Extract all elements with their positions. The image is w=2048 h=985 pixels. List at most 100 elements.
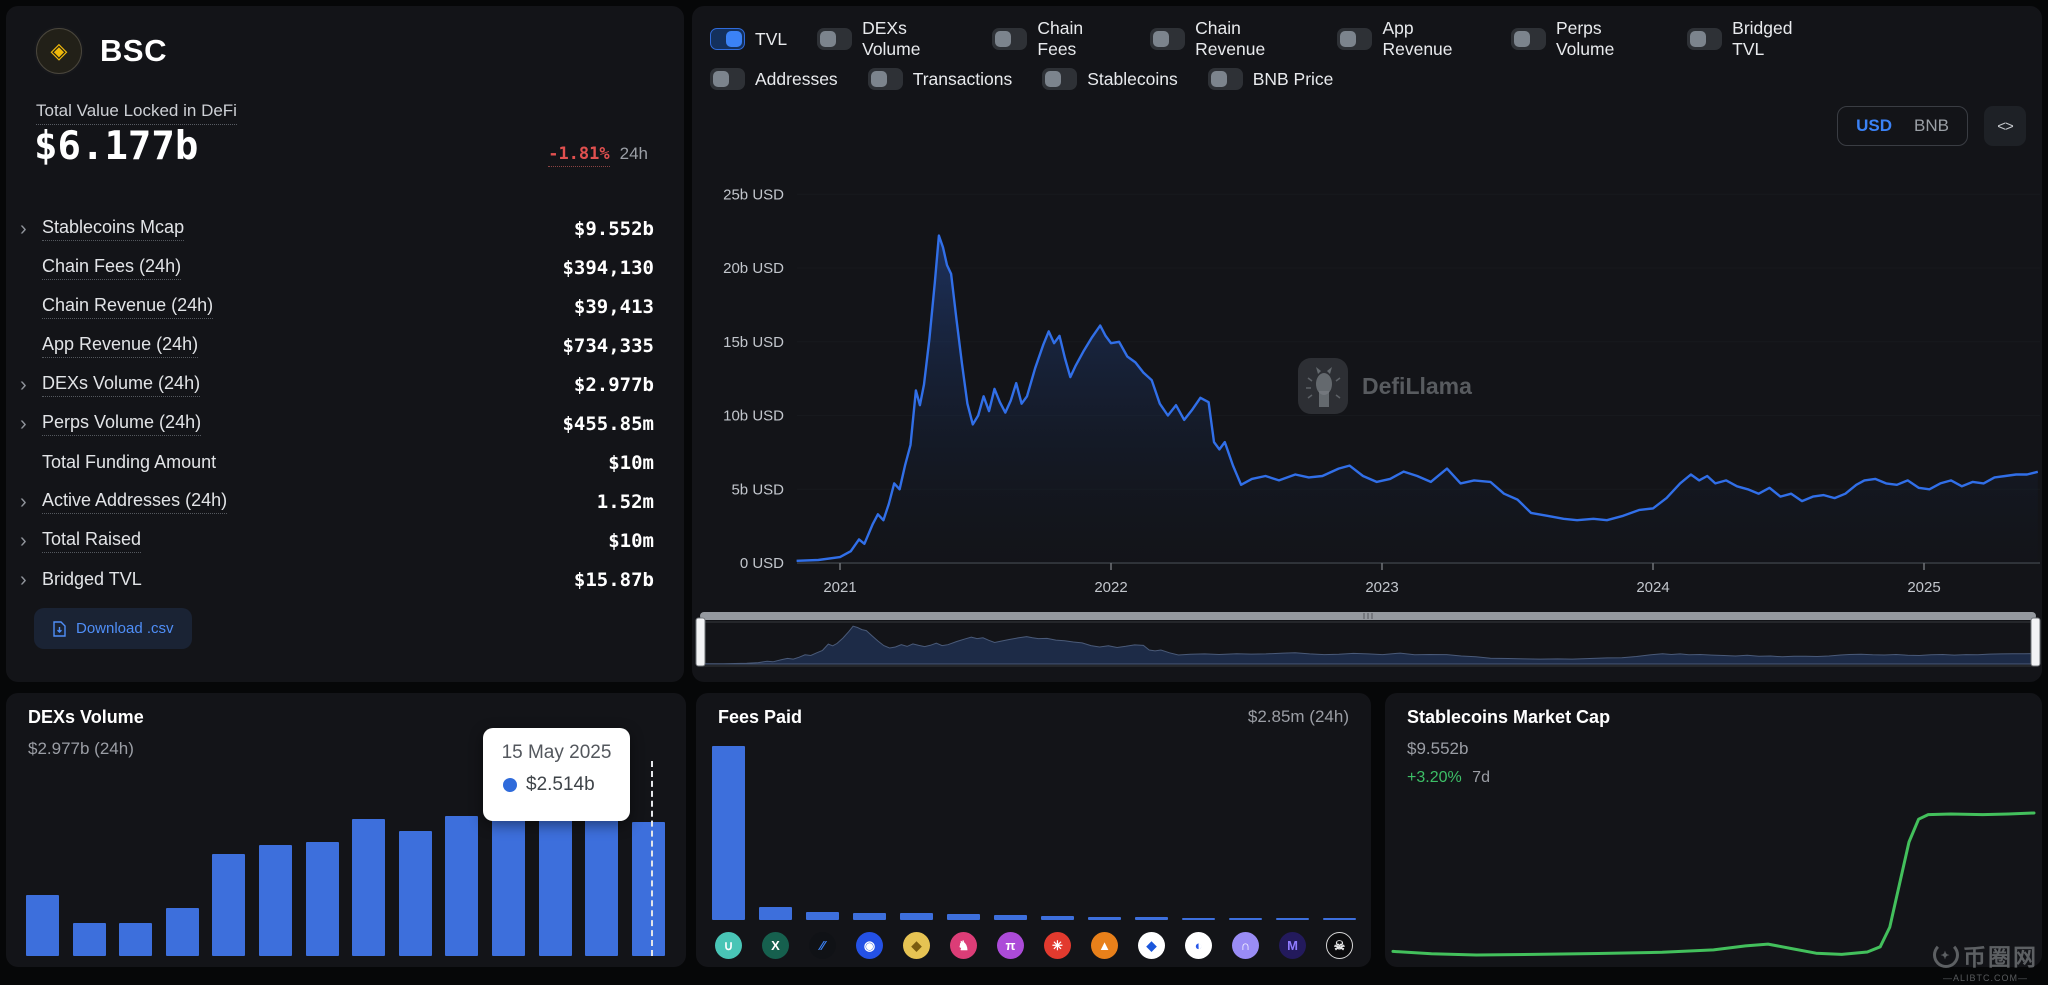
metric-value: $734,335 <box>562 335 654 357</box>
chevron-right-icon[interactable]: › <box>20 570 42 590</box>
metric-value: $9.552b <box>574 218 654 240</box>
metric-label[interactable]: Stablecoins Mcap <box>42 217 184 241</box>
toggle-tvl[interactable]: TVL <box>710 18 787 60</box>
brush-handle-right[interactable] <box>2031 618 2040 666</box>
toggle-label: Perps Volume <box>1556 18 1657 60</box>
tvl-change-pct[interactable]: -1.81% <box>548 144 609 167</box>
toggle-switch-icon[interactable] <box>1150 28 1185 50</box>
dexs-volume-bar[interactable] <box>352 819 385 956</box>
stablecoins-mcap-panel: Stablecoins Market Cap $9.552b +3.20% 7d <box>1385 693 2042 967</box>
dexs-volume-bar[interactable] <box>492 819 525 956</box>
dexs-volume-bar[interactable] <box>259 845 292 956</box>
toggle-knob <box>1211 71 1227 87</box>
dexs-volume-bar[interactable] <box>306 842 339 956</box>
stablecoins-line-chart[interactable] <box>1385 693 2042 967</box>
fees-paid-bar[interactable] <box>1229 918 1262 920</box>
toggle-knob <box>713 71 729 87</box>
metric-label[interactable]: Active Addresses (24h) <box>42 490 227 514</box>
svg-text:2025: 2025 <box>1907 579 1940 596</box>
tvl-label[interactable]: Total Value Locked in DeFi <box>36 101 237 125</box>
toggle-bridged-tvl[interactable]: Bridged TVL <box>1687 18 1822 60</box>
fees-paid-bar[interactable] <box>759 907 792 920</box>
fees-paid-bar[interactable] <box>1088 917 1121 920</box>
toggle-switch-icon[interactable] <box>1511 28 1546 50</box>
toggle-chain-fees[interactable]: Chain Fees <box>992 18 1120 60</box>
dexs-volume-bar[interactable] <box>119 923 152 956</box>
toggle-switch-icon[interactable] <box>817 28 852 50</box>
metric-label[interactable]: App Revenue (24h) <box>42 334 198 358</box>
metric-label[interactable]: DEXs Volume (24h) <box>42 373 200 397</box>
toggle-stablecoins[interactable]: Stablecoins <box>1042 68 1177 90</box>
chevron-right-icon[interactable]: › <box>20 219 42 239</box>
dexs-volume-bar[interactable] <box>166 908 199 956</box>
chart-tooltip: 15 May 2025 $2.514b <box>483 728 630 821</box>
dexs-volume-bar[interactable] <box>399 831 432 956</box>
metric-row: Chain Revenue (24h)$39,413 <box>20 287 654 326</box>
metric-label[interactable]: Total Raised <box>42 529 141 553</box>
toggle-switch-icon[interactable] <box>710 28 745 50</box>
fees-paid-bar[interactable] <box>947 914 980 920</box>
fees-paid-bar[interactable] <box>1276 918 1309 920</box>
metric-label[interactable]: Chain Revenue (24h) <box>42 295 213 319</box>
dexs-volume-bar[interactable] <box>212 854 245 956</box>
dexs-volume-bar[interactable] <box>445 816 478 956</box>
svg-text:10b USD: 10b USD <box>723 408 784 425</box>
page-title: BSC <box>100 33 167 69</box>
chevron-right-icon[interactable]: › <box>20 531 42 551</box>
currency-option-bnb[interactable]: BNB <box>1914 116 1949 136</box>
toggle-switch-icon[interactable] <box>1687 28 1722 50</box>
metric-label[interactable]: Chain Fees (24h) <box>42 256 181 280</box>
fees-paid-subtitle: $2.85m (24h) <box>1248 707 1349 727</box>
metric-row: ›Active Addresses (24h)1.52m <box>20 482 654 521</box>
toggle-switch-icon[interactable] <box>1042 68 1077 90</box>
expand-chart-button[interactable]: <> <box>1984 106 2026 146</box>
toggle-switch-icon[interactable] <box>992 28 1027 50</box>
currency-option-usd[interactable]: USD <box>1856 116 1892 136</box>
fees-paid-bar[interactable] <box>1135 917 1168 920</box>
fees-paid-bar[interactable] <box>1323 918 1356 920</box>
metric-label[interactable]: Perps Volume (24h) <box>42 412 201 436</box>
toggle-switch-icon[interactable] <box>1337 28 1372 50</box>
dexs-volume-title: DEXs Volume <box>28 707 144 728</box>
dexs-volume-bar[interactable] <box>26 895 59 956</box>
toggle-app-revenue[interactable]: App Revenue <box>1337 18 1480 60</box>
metric-value: $10m <box>608 452 654 474</box>
dexs-volume-bar[interactable] <box>585 820 618 956</box>
fees-paid-bar[interactable] <box>1041 916 1074 920</box>
blue-shield-icon: ◆ <box>1138 932 1165 959</box>
tooltip-date: 15 May 2025 <box>483 742 630 764</box>
dexs-volume-bar[interactable] <box>539 819 572 956</box>
svg-text:20b USD: 20b USD <box>723 260 784 277</box>
tvl-change-row: -1.81% 24h <box>548 144 648 167</box>
toggle-chain-revenue[interactable]: Chain Revenue <box>1150 18 1307 60</box>
toggle-addresses[interactable]: Addresses <box>710 68 838 90</box>
tvl-area-chart[interactable]: 0 USD5b USD10b USD15b USD20b USD25b USD2… <box>692 6 2042 682</box>
toggle-label: Bridged TVL <box>1732 18 1822 60</box>
metric-label: Bridged TVL <box>42 569 142 590</box>
fees-paid-bar[interactable] <box>1182 918 1215 920</box>
fees-paid-bar[interactable] <box>806 912 839 920</box>
fees-paid-bar[interactable] <box>900 913 933 920</box>
fees-paid-bar[interactable] <box>712 746 745 920</box>
fees-paid-bar[interactable] <box>994 915 1027 920</box>
download-file-icon <box>52 621 67 637</box>
blue-ring-icon: ◉ <box>856 932 883 959</box>
toggle-perps-volume[interactable]: Perps Volume <box>1511 18 1657 60</box>
dexs-volume-bar[interactable] <box>632 822 665 956</box>
toggle-switch-icon[interactable] <box>710 68 745 90</box>
dexs-volume-bar[interactable] <box>73 923 106 956</box>
toggle-transactions[interactable]: Transactions <box>868 68 1013 90</box>
toggle-switch-icon[interactable] <box>1208 68 1243 90</box>
svg-text:2021: 2021 <box>823 579 856 596</box>
fees-paid-bar[interactable] <box>853 913 886 920</box>
chevron-right-icon[interactable]: › <box>20 492 42 512</box>
chevron-right-icon[interactable]: › <box>20 375 42 395</box>
black-creature-icon: ☠ <box>1326 932 1353 959</box>
site-watermark-cn: 币圈网 <box>1963 938 2038 972</box>
toggle-bnb-price[interactable]: BNB Price <box>1208 68 1334 90</box>
download-csv-button[interactable]: Download .csv <box>34 608 192 649</box>
toggle-switch-icon[interactable] <box>868 68 903 90</box>
toggle-dexs-volume[interactable]: DEXs Volume <box>817 18 962 60</box>
brush-handle-left[interactable] <box>696 618 705 666</box>
chevron-right-icon[interactable]: › <box>20 414 42 434</box>
